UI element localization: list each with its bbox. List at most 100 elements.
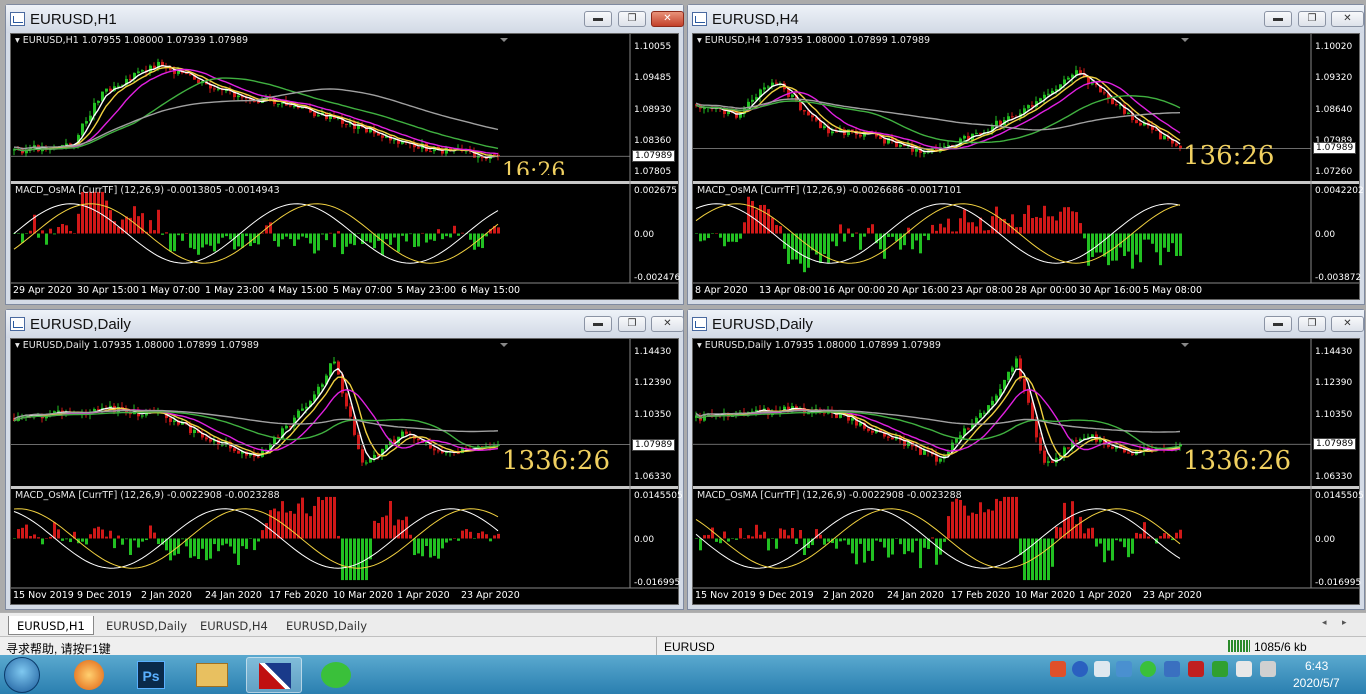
candle-body: [401, 431, 404, 437]
wechat-tray-icon[interactable]: [1140, 661, 1156, 677]
sogou-ime-icon[interactable]: [1050, 661, 1066, 677]
candle-body: [169, 418, 172, 422]
macd-histogram-bar: [951, 501, 954, 539]
flag-icon[interactable]: [1188, 661, 1204, 677]
file-explorer-icon[interactable]: [184, 657, 240, 693]
window-titlebar[interactable]: EURUSD,Daily ▬ ❐ ✕: [688, 310, 1364, 338]
chart-shift-marker-icon[interactable]: [500, 38, 508, 42]
tab-eurusd-h1[interactable]: EURUSD,H1: [8, 616, 94, 635]
tab-scroll-right-icon[interactable]: ▸: [1342, 617, 1347, 628]
macd-histogram-bar: [385, 515, 388, 539]
macd-histogram-bar: [189, 233, 192, 248]
macd-histogram-bar: [1087, 528, 1090, 539]
macd-histogram-bar: [727, 233, 730, 242]
macd-histogram-bar: [313, 233, 316, 254]
minimize-button[interactable]: ▬: [584, 11, 612, 27]
candle-body: [811, 115, 814, 118]
macd-histogram-bar: [1127, 538, 1130, 558]
macd-histogram-bar: [835, 538, 838, 549]
macd-histogram-bar: [193, 233, 196, 250]
window-titlebar[interactable]: EURUSD,Daily ▬ ❐ ✕: [6, 310, 684, 338]
macd-histogram-bar: [405, 233, 408, 242]
help-icon[interactable]: [1072, 661, 1088, 677]
tab-eurusd-daily-1[interactable]: EURUSD,Daily: [98, 616, 195, 635]
chart-window-eurusd-h4[interactable]: EURUSD,H4 ▬ ❐ ✕ ▾ EURUSD,H4 1.07935 1.08…: [687, 4, 1365, 305]
price-scale-label: 1.09485: [634, 73, 672, 84]
package-icon[interactable]: [1116, 661, 1132, 677]
macd-histogram-bar: [767, 538, 770, 551]
close-button[interactable]: ✕: [1331, 11, 1364, 27]
chart-window-eurusd-daily-2[interactable]: EURUSD,Daily ▬ ❐ ✕ ▾ EURUSD,Daily 1.0793…: [687, 309, 1365, 610]
macd-histogram-bar: [823, 233, 826, 255]
clock-time[interactable]: 6:43: [1305, 659, 1328, 673]
window-titlebar[interactable]: EURUSD,H4 ▬ ❐ ✕: [688, 5, 1364, 33]
macd-histogram-bar: [779, 226, 782, 234]
clock-date[interactable]: 2020/5/7: [1293, 676, 1340, 690]
network-icon[interactable]: [1094, 661, 1110, 677]
macd-histogram-bar: [747, 535, 750, 539]
security-icon[interactable]: [1164, 661, 1180, 677]
close-button[interactable]: ✕: [651, 11, 684, 27]
maximize-button[interactable]: ❐: [618, 11, 646, 27]
chart-canvas[interactable]: ▾ EURUSD,Daily 1.07935 1.08000 1.07899 1…: [10, 338, 683, 605]
candle-body: [851, 418, 854, 421]
minimize-button[interactable]: ▬: [584, 316, 612, 332]
tab-scroll-left-icon[interactable]: ◂: [1322, 617, 1327, 628]
chart-shift-marker-icon[interactable]: [1181, 38, 1189, 42]
candle-body: [1111, 446, 1114, 449]
chart-canvas[interactable]: ▾ EURUSD,H1 1.07955 1.08000 1.07939 1.07…: [10, 33, 680, 300]
wechat-icon[interactable]: [308, 657, 364, 693]
chart-canvas[interactable]: ▾ EURUSD,Daily 1.07935 1.08000 1.07899 1…: [692, 338, 1364, 605]
macd-histogram-bar: [225, 233, 228, 237]
macd-histogram-bar: [229, 538, 232, 547]
volume-icon[interactable]: [1260, 661, 1276, 677]
macd-histogram-bar: [947, 516, 950, 539]
macd-histogram-bar: [1103, 538, 1106, 563]
browser-icon[interactable]: [62, 657, 118, 693]
start-orb-icon[interactable]: [4, 657, 40, 693]
macd-histogram-bar: [317, 496, 320, 539]
macd-histogram-bar: [365, 233, 368, 242]
maximize-button[interactable]: ❐: [1298, 316, 1326, 332]
candle-body: [1127, 452, 1130, 454]
time-scale-label: 2 Jan 2020: [141, 590, 192, 601]
chart-window-eurusd-daily-1[interactable]: EURUSD,Daily ▬ ❐ ✕ ▾ EURUSD,Daily 1.0793…: [5, 309, 684, 610]
macd-histogram-bar: [999, 501, 1002, 539]
macd-histogram-bar: [779, 528, 782, 539]
macd-histogram-bar: [899, 233, 902, 250]
maximize-button[interactable]: ❐: [618, 316, 646, 332]
macd-header: MACD_OsMA [CurrTF] (12,26,9) -0.0026686 …: [697, 185, 962, 196]
macd-histogram-bar: [1179, 233, 1182, 256]
current-price-label: 1.07989: [1313, 438, 1357, 451]
check-icon[interactable]: [1212, 661, 1228, 677]
chart-shift-marker-icon[interactable]: [500, 343, 508, 347]
macd-histogram-bar: [345, 538, 348, 581]
close-button[interactable]: ✕: [1331, 316, 1364, 332]
time-scale-label: 9 Dec 2019: [759, 590, 814, 601]
chart-tab-bar: EURUSD,H1 EURUSD,Daily EURUSD,H4 EURUSD,…: [0, 612, 1366, 636]
metatrader-icon[interactable]: [246, 657, 302, 693]
macd-histogram-bar: [1027, 205, 1030, 234]
minimize-button[interactable]: ▬: [1264, 316, 1292, 332]
photoshop-icon[interactable]: Ps: [124, 657, 180, 693]
tab-eurusd-h4[interactable]: EURUSD,H4: [192, 616, 276, 635]
candle-body: [1135, 120, 1138, 124]
macd-histogram-bar: [735, 233, 738, 243]
macd-histogram-bar: [209, 538, 212, 559]
tab-eurusd-daily-2[interactable]: EURUSD,Daily: [278, 616, 375, 635]
macd-histogram-bar: [433, 233, 436, 241]
chart-window-eurusd-h1[interactable]: EURUSD,H1 ▬ ❐ ✕ ▾ EURUSD,H1 1.07955 1.08…: [5, 4, 684, 305]
close-button[interactable]: ✕: [651, 316, 684, 332]
maximize-button[interactable]: ❐: [1298, 11, 1326, 27]
macd-histogram-bar: [441, 538, 444, 549]
macd-histogram-bar: [859, 538, 862, 544]
candle-body: [1051, 461, 1054, 463]
macd-histogram-bar: [437, 538, 440, 559]
macd-histogram-bar: [41, 230, 44, 234]
minimize-button[interactable]: ▬: [1264, 11, 1292, 27]
signal-icon[interactable]: [1236, 661, 1252, 677]
window-titlebar[interactable]: EURUSD,H1 ▬ ❐ ✕: [6, 5, 684, 33]
chart-shift-marker-icon[interactable]: [1181, 343, 1189, 347]
chart-canvas[interactable]: ▾ EURUSD,H4 1.07935 1.08000 1.07899 1.07…: [692, 33, 1364, 300]
macd-histogram-bar: [161, 233, 164, 235]
